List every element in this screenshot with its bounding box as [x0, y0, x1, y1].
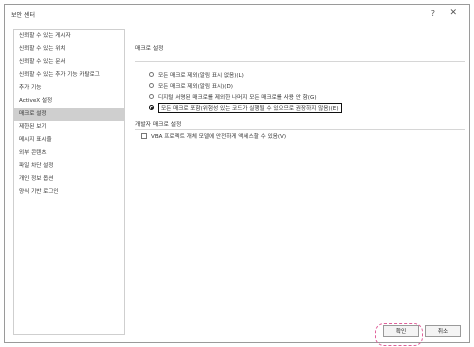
sidebar-item-trusted-locations[interactable]: 신뢰할 수 있는 위치 [14, 43, 124, 56]
divider [135, 61, 465, 62]
radio-button[interactable] [149, 94, 154, 99]
sidebar-item-addins[interactable]: 추가 기능 [14, 82, 124, 95]
sidebar-item-macro-settings[interactable]: 매크로 설정 [14, 108, 124, 121]
cancel-button[interactable]: 취소 [425, 325, 461, 337]
dialog-title: 보안 센터 [11, 11, 35, 19]
macro-option-disable-except-signed[interactable]: 디지털 서명된 매크로를 제외한 나머지 모든 매크로를 사용 안 함(G) [149, 91, 465, 102]
close-icon[interactable]: ✕ [449, 8, 457, 18]
macro-option-enable-all[interactable]: 모든 매크로 포함(위험성 있는 코드가 실행될 수 있으므로 권장하지 않음)… [149, 102, 465, 113]
radio-label: 모든 매크로 포함(위험성 있는 코드가 실행될 수 있으므로 권장하지 않음)… [158, 102, 342, 113]
radio-button[interactable] [149, 72, 154, 77]
vba-access-option[interactable]: VBA 프로젝트 개체 모델에 안전하게 액세스할 수 있음(V) [141, 130, 286, 141]
trust-center-dialog: 보안 센터 ? ✕ 신뢰할 수 있는 게시자 신뢰할 수 있는 위치 신뢰할 수… [4, 4, 470, 346]
macro-options-group: 모든 매크로 제외(알림 표시 없음)(L) 모든 매크로 제외(알림 표시)(… [149, 69, 465, 113]
sidebar-item-file-block-settings[interactable]: 파일 차단 설정 [14, 160, 124, 173]
radio-button[interactable] [149, 83, 154, 88]
settings-panel: 매크로 설정 모든 매크로 제외(알림 표시 없음)(L) 모든 매크로 제외(… [135, 29, 465, 319]
sidebar: 신뢰할 수 있는 게시자 신뢰할 수 있는 위치 신뢰할 수 있는 문서 신뢰할… [13, 29, 125, 335]
radio-label: 디지털 서명된 매크로를 제외한 나머지 모든 매크로를 사용 안 함(G) [158, 94, 317, 101]
developer-settings-title: 개발자 매크로 설정 [135, 122, 182, 128]
radio-label: 모든 매크로 제외(알림 표시)(D) [158, 83, 233, 90]
sidebar-item-message-bar[interactable]: 메시지 표시줄 [14, 134, 124, 147]
sidebar-item-privacy-options[interactable]: 개인 정보 옵션 [14, 173, 124, 186]
vba-access-label: VBA 프로젝트 개체 모델에 안전하게 액세스할 수 있음(V) [151, 133, 287, 140]
sidebar-item-trusted-documents[interactable]: 신뢰할 수 있는 문서 [14, 56, 124, 69]
sidebar-item-external-content[interactable]: 외부 콘텐츠 [14, 147, 124, 160]
macro-option-disable-no-notify[interactable]: 모든 매크로 제외(알림 표시 없음)(L) [149, 69, 465, 80]
sidebar-item-trusted-addin-catalogs[interactable]: 신뢰할 수 있는 추가 기능 카탈로그 [14, 69, 124, 82]
sidebar-item-protected-view[interactable]: 제한된 보기 [14, 121, 124, 134]
macro-settings-title: 매크로 설정 [135, 46, 164, 52]
help-icon[interactable]: ? [431, 9, 435, 18]
ok-button-highlight [375, 323, 423, 346]
radio-label: 모든 매크로 제외(알림 표시 없음)(L) [158, 72, 244, 79]
title-bar: 보안 센터 ? ✕ [5, 5, 469, 23]
radio-button-selected[interactable] [149, 105, 154, 110]
macro-option-disable-notify[interactable]: 모든 매크로 제외(알림 표시)(D) [149, 80, 465, 91]
sidebar-item-activex-settings[interactable]: ActiveX 설정 [14, 95, 124, 108]
vba-access-checkbox[interactable] [141, 132, 147, 139]
sidebar-item-trusted-publishers[interactable]: 신뢰할 수 있는 게시자 [14, 30, 124, 43]
sidebar-item-form-based-signin[interactable]: 양식 기반 로그인 [14, 186, 124, 199]
